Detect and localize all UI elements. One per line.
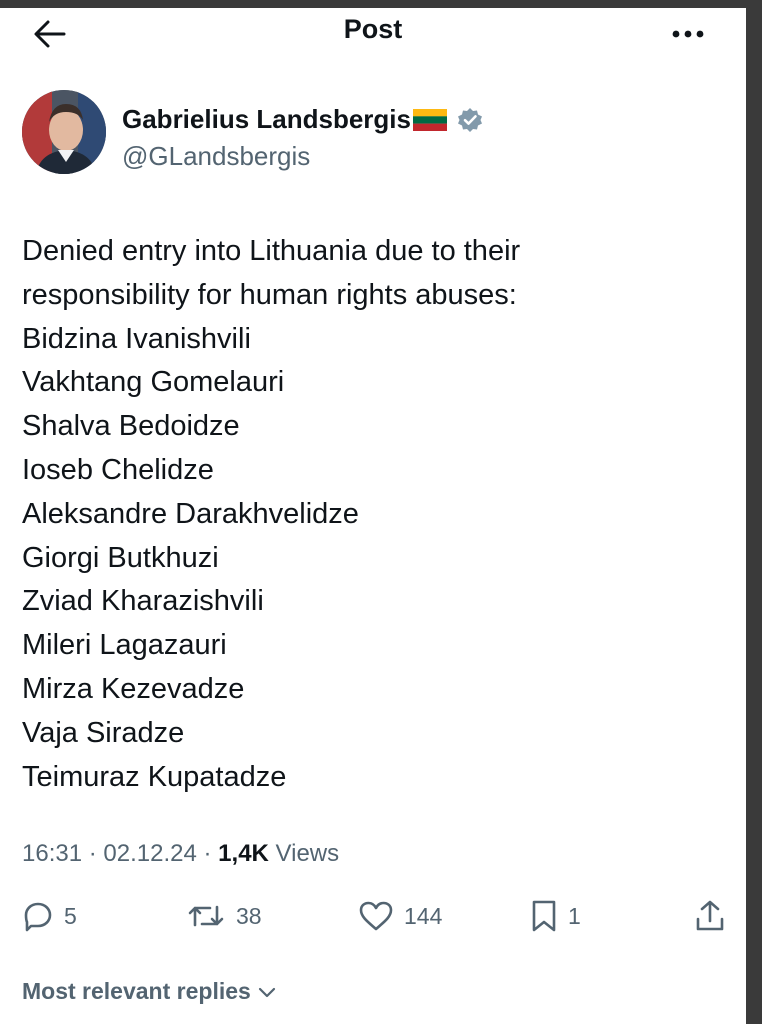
post-line: Vaja Siradze (22, 716, 185, 749)
top-bar: Post (0, 8, 746, 56)
avatar[interactable] (22, 90, 106, 174)
more-horizontal-icon (672, 30, 704, 38)
views-count[interactable]: 1,4K (218, 840, 269, 867)
avatar-photo (22, 90, 106, 174)
bookmark-button[interactable]: 1 (530, 896, 581, 936)
more-options-button[interactable] (662, 14, 714, 54)
post-line: Ioseb Chelidze (22, 453, 214, 486)
author-handle[interactable]: @GLandsbergis (122, 141, 310, 172)
repost-button[interactable]: 38 (186, 896, 262, 936)
share-icon (696, 900, 724, 931)
post-time[interactable]: 16:31 (22, 840, 82, 867)
post-line: Mileri Lagazauri (22, 629, 227, 662)
replies-sort-label: Most relevant replies (22, 978, 251, 1004)
author-name-row[interactable]: Gabrielius Landsbergis (122, 104, 483, 135)
author-name[interactable]: Gabrielius Landsbergis (122, 104, 411, 135)
bookmark-count: 1 (568, 902, 581, 929)
post-line: Giorgi Butkhuzi (22, 541, 219, 574)
post-line: Zviad Kharazishvili (22, 585, 264, 618)
heart-icon (359, 901, 393, 931)
post-line: Bidzina Ivanishvili (22, 322, 251, 355)
post-text: Denied entry into Lithuania due to their… (22, 230, 722, 799)
lithuania-flag-icon (412, 108, 447, 131)
page-title: Post (343, 14, 403, 44)
post-screen: Post Gabrielius Landsbergis @GLandsbergi… (0, 8, 746, 1024)
verified-badge-icon (457, 107, 482, 132)
post-date[interactable]: 02.12.24 (103, 840, 196, 867)
post-line: responsibility for human rights abuses: (22, 278, 517, 311)
meta-separator: · (203, 840, 212, 867)
repost-count: 38 (236, 902, 262, 929)
repost-icon (188, 905, 224, 927)
share-button[interactable] (694, 896, 726, 936)
like-count: 144 (404, 902, 443, 929)
reply-icon (24, 902, 52, 932)
replies-sort-dropdown[interactable]: Most relevant replies (22, 978, 277, 1005)
post-line: Vakhtang Gomelauri (22, 366, 285, 399)
chevron-down-icon (258, 987, 275, 997)
post-line: Denied entry into Lithuania due to their (22, 235, 521, 267)
action-bar: 5 38 144 1 (0, 896, 746, 936)
meta-separator: · (88, 840, 97, 867)
reply-button[interactable]: 5 (22, 896, 77, 936)
post-metadata: 16:31 · 02.12.24 · 1,4K Views (22, 840, 339, 868)
like-button[interactable]: 144 (358, 896, 442, 936)
views-label[interactable]: Views (276, 840, 340, 867)
post-line: Shalva Bedoidze (22, 410, 240, 443)
post-line: Mirza Kezevadze (22, 672, 245, 705)
bookmark-icon (532, 900, 556, 932)
reply-count: 5 (64, 902, 77, 929)
post-line: Aleksandre Darakhvelidze (22, 497, 359, 530)
post-line: Teimuraz Kupatadze (22, 760, 287, 793)
